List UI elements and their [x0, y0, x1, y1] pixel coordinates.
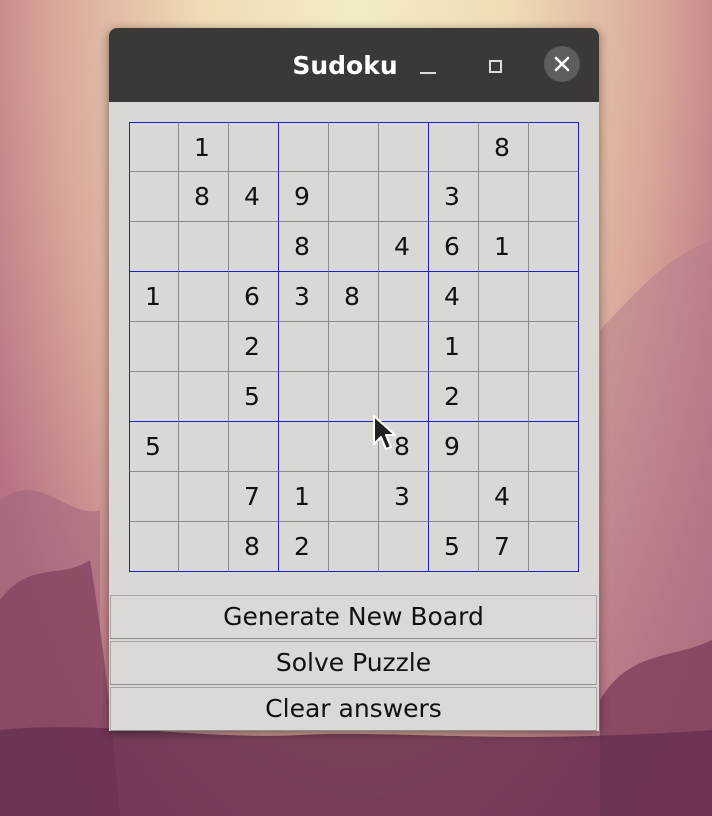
sudoku-cell[interactable]: 2 [279, 522, 329, 572]
sudoku-cell[interactable] [329, 472, 379, 522]
solve-puzzle-button[interactable]: Solve Puzzle [110, 641, 597, 685]
sudoku-cell[interactable] [479, 422, 529, 472]
maximize-icon[interactable] [484, 55, 506, 77]
sudoku-cell[interactable]: 4 [229, 172, 279, 222]
sudoku-cell[interactable]: 1 [479, 222, 529, 272]
sudoku-cell[interactable]: 3 [379, 472, 429, 522]
sudoku-cell[interactable] [329, 122, 379, 172]
sudoku-cell[interactable] [379, 272, 429, 322]
sudoku-cell[interactable]: 2 [229, 322, 279, 372]
sudoku-cell[interactable] [179, 422, 229, 472]
sudoku-cell[interactable] [129, 172, 179, 222]
sudoku-cell[interactable] [179, 522, 229, 572]
sudoku-cell[interactable] [529, 472, 579, 522]
sudoku-cell[interactable] [479, 372, 529, 422]
sudoku-cell[interactable] [129, 472, 179, 522]
generate-new-board-button[interactable]: Generate New Board [110, 595, 597, 639]
sudoku-cell[interactable] [279, 322, 329, 372]
sudoku-cell[interactable] [179, 472, 229, 522]
sudoku-cell[interactable]: 7 [229, 472, 279, 522]
sudoku-cell[interactable]: 1 [429, 322, 479, 372]
sudoku-cell[interactable]: 9 [279, 172, 329, 222]
sudoku-cell[interactable] [129, 222, 179, 272]
sudoku-cell[interactable] [379, 172, 429, 222]
sudoku-cell[interactable] [379, 322, 429, 372]
clear-answers-button[interactable]: Clear answers [110, 687, 597, 731]
sudoku-cell[interactable] [479, 272, 529, 322]
sudoku-cell[interactable] [229, 422, 279, 472]
sudoku-cell[interactable] [329, 222, 379, 272]
sudoku-cell[interactable] [229, 222, 279, 272]
sudoku-cell[interactable]: 4 [379, 222, 429, 272]
sudoku-cell[interactable]: 8 [479, 122, 529, 172]
close-icon [554, 56, 570, 72]
sudoku-cell[interactable]: 4 [479, 472, 529, 522]
sudoku-cell[interactable]: 1 [279, 472, 329, 522]
minimize-icon[interactable] [417, 56, 439, 78]
sudoku-cell[interactable] [479, 172, 529, 222]
sudoku-cell[interactable]: 8 [179, 172, 229, 222]
sudoku-cell[interactable] [179, 322, 229, 372]
sudoku-cell[interactable] [279, 372, 329, 422]
sudoku-cell[interactable]: 6 [429, 222, 479, 272]
sudoku-cell[interactable] [379, 522, 429, 572]
window-title: Sudoku [292, 51, 398, 80]
sudoku-cell[interactable] [329, 522, 379, 572]
sudoku-cell[interactable]: 5 [429, 522, 479, 572]
sudoku-cell[interactable]: 8 [279, 222, 329, 272]
sudoku-cell[interactable]: 1 [179, 122, 229, 172]
sudoku-cell[interactable] [129, 322, 179, 372]
sudoku-cell[interactable]: 7 [479, 522, 529, 572]
sudoku-cell[interactable]: 4 [429, 272, 479, 322]
sudoku-cell[interactable] [129, 372, 179, 422]
sudoku-cell[interactable] [429, 122, 479, 172]
sudoku-cell[interactable] [529, 522, 579, 572]
sudoku-cell[interactable] [529, 272, 579, 322]
sudoku-cell[interactable]: 8 [229, 522, 279, 572]
sudoku-cell[interactable]: 8 [379, 422, 429, 472]
sudoku-cell[interactable] [329, 372, 379, 422]
sudoku-cell[interactable] [329, 422, 379, 472]
sudoku-grid: 188493846116384215258971348257 [129, 122, 579, 572]
sudoku-cell[interactable] [379, 372, 429, 422]
sudoku-cell[interactable] [529, 222, 579, 272]
sudoku-cell[interactable] [529, 322, 579, 372]
sudoku-cell[interactable] [179, 222, 229, 272]
sudoku-cell[interactable] [529, 122, 579, 172]
sudoku-cell[interactable] [279, 422, 329, 472]
sudoku-cell[interactable] [429, 472, 479, 522]
sudoku-cell[interactable] [529, 172, 579, 222]
sudoku-cell[interactable] [279, 122, 329, 172]
sudoku-cell[interactable]: 5 [129, 422, 179, 472]
sudoku-cell[interactable] [179, 372, 229, 422]
sudoku-cell[interactable] [529, 372, 579, 422]
sudoku-cell[interactable] [479, 322, 529, 372]
sudoku-cell[interactable] [529, 422, 579, 472]
sudoku-cell[interactable]: 9 [429, 422, 479, 472]
close-button[interactable] [544, 46, 580, 82]
sudoku-cell[interactable] [329, 322, 379, 372]
sudoku-cell[interactable]: 3 [429, 172, 479, 222]
sudoku-cell[interactable]: 2 [429, 372, 479, 422]
sudoku-cell[interactable]: 6 [229, 272, 279, 322]
sudoku-window: Sudoku 188493846116384215258971348257 Ge… [109, 28, 599, 731]
sudoku-cell[interactable] [229, 122, 279, 172]
title-bar[interactable]: Sudoku [109, 28, 599, 102]
sudoku-cell[interactable] [329, 172, 379, 222]
sudoku-cell[interactable]: 3 [279, 272, 329, 322]
sudoku-cell[interactable] [179, 272, 229, 322]
sudoku-cell[interactable]: 1 [129, 272, 179, 322]
sudoku-cell[interactable] [379, 122, 429, 172]
sudoku-cell[interactable] [129, 522, 179, 572]
sudoku-cell[interactable] [129, 122, 179, 172]
sudoku-cell[interactable]: 5 [229, 372, 279, 422]
sudoku-cell[interactable]: 8 [329, 272, 379, 322]
